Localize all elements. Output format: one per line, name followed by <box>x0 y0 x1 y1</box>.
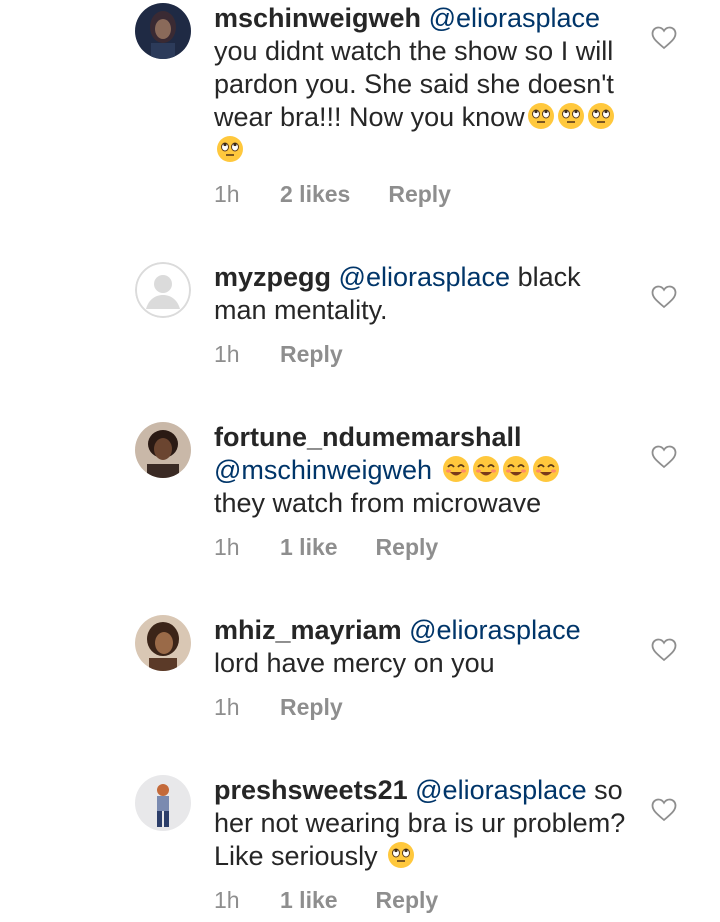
comment-likes[interactable]: 2 likes <box>280 181 350 208</box>
comment-time: 1h <box>214 341 240 367</box>
comment-username[interactable]: fortune_ndumemarshall <box>214 422 522 452</box>
heart-outline-icon[interactable] <box>651 26 677 50</box>
avatar[interactable] <box>135 615 191 671</box>
eye-roll-emoji-icon <box>385 841 415 871</box>
comment-mention[interactable]: @eliorasplace <box>429 3 601 33</box>
comment-username[interactable]: mschinweigweh <box>214 3 421 33</box>
eye-roll-emoji-icon <box>525 102 555 132</box>
comment-username[interactable]: mhiz_mayriam <box>214 615 402 645</box>
reply-button[interactable]: Reply <box>280 341 343 368</box>
comment-meta: 1h Reply <box>214 694 343 721</box>
smiling-eyes-emoji-icon <box>500 455 530 485</box>
avatar[interactable] <box>135 775 191 831</box>
eye-roll-emoji-icon <box>214 135 244 165</box>
comment-mention[interactable]: @eliorasplace <box>415 775 587 805</box>
comment-body: myzpegg @eliorasplace black man mentalit… <box>214 261 634 327</box>
comment-mention[interactable]: @eliorasplace <box>339 262 511 292</box>
comment-mention[interactable]: @eliorasplace <box>409 615 581 645</box>
comment-username[interactable]: myzpegg <box>214 262 331 292</box>
comment-text: lord have mercy on you <box>214 648 495 678</box>
comment-body: fortune_ndumemarshall @mschinweigweh the… <box>214 421 634 520</box>
comment-meta: 1h Reply <box>214 341 343 368</box>
comment-time: 1h <box>214 181 240 207</box>
comment-meta: 1h 2 likes Reply <box>214 181 451 208</box>
comment-time: 1h <box>214 887 240 913</box>
reply-button[interactable]: Reply <box>376 887 439 914</box>
smiling-eyes-emoji-icon <box>530 455 560 485</box>
avatar[interactable] <box>135 422 191 478</box>
comment-likes[interactable]: 1 like <box>280 534 338 561</box>
eye-roll-emoji-icon <box>555 102 585 132</box>
comment-text: they watch from microwave <box>214 488 542 518</box>
comment-likes[interactable]: 1 like <box>280 887 338 914</box>
comment-meta: 1h 1 like Reply <box>214 887 438 914</box>
avatar[interactable] <box>135 262 191 318</box>
smiling-eyes-emoji-icon <box>440 455 470 485</box>
comment-mention[interactable]: @mschinweigweh <box>214 455 432 485</box>
avatar[interactable] <box>135 3 191 59</box>
heart-outline-icon[interactable] <box>651 285 677 309</box>
comment-meta: 1h 1 like Reply <box>214 534 438 561</box>
reply-button[interactable]: Reply <box>388 181 451 208</box>
heart-outline-icon[interactable] <box>651 798 677 822</box>
reply-button[interactable]: Reply <box>280 694 343 721</box>
heart-outline-icon[interactable] <box>651 638 677 662</box>
eye-roll-emoji-icon <box>585 102 615 132</box>
comment-body: mschinweigweh @eliorasplace you didnt wa… <box>214 2 634 167</box>
smiling-eyes-emoji-icon <box>470 455 500 485</box>
comment-time: 1h <box>214 694 240 720</box>
comment-body: mhiz_mayriam @eliorasplace lord have mer… <box>214 614 634 680</box>
comment-time: 1h <box>214 534 240 560</box>
comment-username[interactable]: preshsweets21 <box>214 775 408 805</box>
comment-body: preshsweets21 @eliorasplace so her not w… <box>214 774 634 873</box>
reply-button[interactable]: Reply <box>376 534 439 561</box>
heart-outline-icon[interactable] <box>651 445 677 469</box>
